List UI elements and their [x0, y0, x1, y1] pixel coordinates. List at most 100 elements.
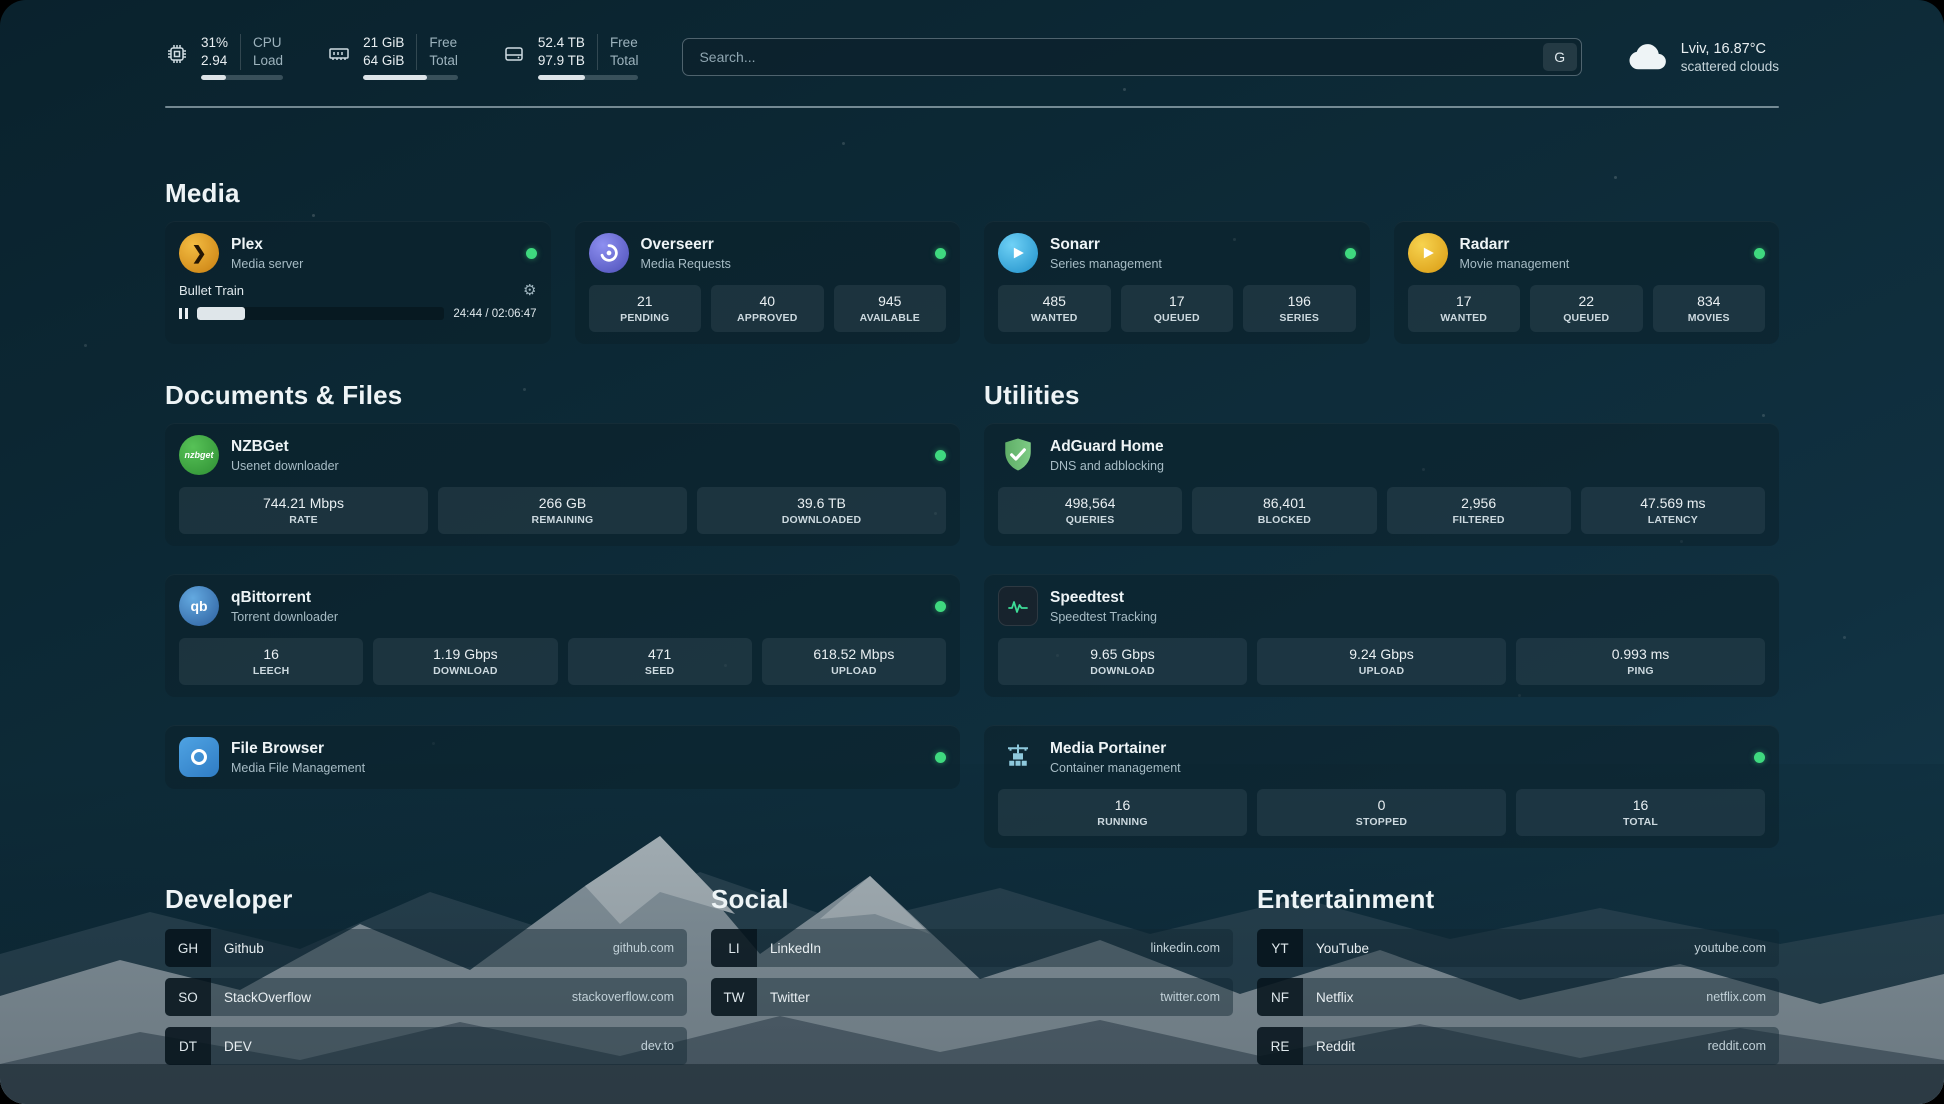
stat-box: 17 QUEUED — [1121, 285, 1234, 332]
bookmark-reddit[interactable]: RE Reddit reddit.com — [1257, 1027, 1779, 1065]
disk-free-value: 52.4 TB — [538, 34, 585, 52]
stat-box: 1.19 Gbps DOWNLOAD — [373, 638, 557, 685]
status-dot — [526, 248, 537, 259]
sonarr-icon — [998, 233, 1038, 273]
header-divider — [165, 106, 1779, 108]
service-desc: Usenet downloader — [231, 459, 339, 473]
portainer-card[interactable]: Media Portainer Container management 16 … — [984, 725, 1779, 848]
stat-box: 47.569 ms LATENCY — [1581, 487, 1765, 534]
speedtest-icon — [998, 586, 1038, 626]
qbittorrent-card[interactable]: qb qBittorrent Torrent downloader 16 — [165, 574, 960, 697]
memory-usage-bar — [363, 75, 458, 80]
memory-total-value: 64 GiB — [363, 52, 404, 70]
bookmark-abbr: DT — [165, 1027, 211, 1065]
search-provider-button[interactable]: G — [1543, 43, 1577, 71]
service-desc: Media Requests — [641, 257, 731, 271]
playback-time: 24:44 / 02:06:47 — [453, 308, 536, 320]
playback-progress-bar[interactable] — [197, 307, 444, 320]
service-name: qBittorrent — [231, 589, 338, 607]
stat-box: 744.21 Mbps RATE — [179, 487, 428, 534]
plex-card[interactable]: ❯ Plex Media server Bullet Train ⚙ — [165, 221, 551, 344]
bookmark-url: github.com — [613, 941, 674, 955]
stat-box: 86,401 BLOCKED — [1192, 487, 1376, 534]
dashboard-content: 31% 2.94 CPU Load — [0, 0, 1944, 1104]
stat-box: 9.24 Gbps UPLOAD — [1257, 638, 1506, 685]
bookmarks-entertainment: Entertainment YT YouTube youtube.com NF … — [1257, 884, 1779, 1065]
stat-box: 39.6 TB DOWNLOADED — [697, 487, 946, 534]
bookmark-url: twitter.com — [1160, 990, 1220, 1004]
cpu-usage-bar — [201, 75, 283, 80]
bookmark-linkedin[interactable]: LI LinkedIn linkedin.com — [711, 929, 1233, 967]
stat-box: 16 TOTAL — [1516, 789, 1765, 836]
documents-column: Documents & Files nzbget NZBGet Usenet d… — [165, 380, 960, 848]
disk-icon — [502, 42, 526, 66]
overseerr-card[interactable]: Overseerr Media Requests 21 PENDING 40 A… — [575, 221, 961, 344]
portainer-crane-icon — [998, 737, 1038, 777]
cpu-usage-value: 31% — [201, 34, 228, 52]
widget-separator — [597, 34, 598, 70]
service-desc: Movie management — [1460, 257, 1570, 271]
status-dot — [935, 248, 946, 259]
service-name: Sonarr — [1050, 236, 1162, 254]
bookmark-twitter[interactable]: TW Twitter twitter.com — [711, 978, 1233, 1016]
stat-box: 945 AVAILABLE — [834, 285, 947, 332]
memory-usage-bar-fill — [363, 75, 427, 80]
stat-box: 471 SEED — [568, 638, 752, 685]
filebrowser-card[interactable]: File Browser Media File Management — [165, 725, 960, 789]
memory-total-label: Total — [429, 52, 458, 70]
stat-box: 21 PENDING — [589, 285, 702, 332]
search-input[interactable] — [682, 38, 1581, 76]
bookmark-dev[interactable]: DT DEV dev.to — [165, 1027, 687, 1065]
section-title-entertainment: Entertainment — [1257, 884, 1779, 915]
memory-widget: 21 GiB 64 GiB Free Total — [327, 34, 458, 80]
stat-box: 16 LEECH — [179, 638, 363, 685]
radarr-card[interactable]: Radarr Movie management 17 WANTED 22 QUE… — [1394, 221, 1780, 344]
status-dot — [1754, 248, 1765, 259]
bookmark-name: DEV — [224, 1039, 252, 1054]
service-desc: Container management — [1050, 761, 1181, 775]
bookmark-abbr: TW — [711, 978, 757, 1016]
bookmark-youtube[interactable]: YT YouTube youtube.com — [1257, 929, 1779, 967]
bookmark-github[interactable]: GH Github github.com — [165, 929, 687, 967]
disk-total-label: Total — [610, 52, 639, 70]
pause-icon[interactable] — [179, 308, 188, 319]
radarr-icon — [1408, 233, 1448, 273]
adguard-shield-icon — [998, 435, 1038, 475]
bookmark-name: Netflix — [1316, 990, 1354, 1005]
widget-separator — [416, 34, 417, 70]
plex-chevron-glyph: ❯ — [191, 243, 206, 264]
stat-box: 0.993 ms PING — [1516, 638, 1765, 685]
weather-location: Lviv, 16.87°C — [1681, 41, 1779, 57]
bookmark-url: reddit.com — [1708, 1039, 1766, 1053]
status-dot — [935, 601, 946, 612]
service-desc: Media server — [231, 257, 303, 271]
speedtest-card[interactable]: Speedtest Speedtest Tracking 9.65 Gbps D… — [984, 574, 1779, 697]
service-name: Speedtest — [1050, 589, 1157, 607]
stat-box: 0 STOPPED — [1257, 789, 1506, 836]
utilities-column: Utilities — [984, 380, 1779, 848]
disk-free-label: Free — [610, 34, 639, 52]
nzbget-glyph: nzbget — [185, 450, 214, 460]
disk-usage-bar-fill — [538, 75, 585, 80]
gear-icon[interactable]: ⚙ — [523, 283, 536, 298]
service-desc: Torrent downloader — [231, 610, 338, 624]
bookmark-abbr: LI — [711, 929, 757, 967]
bookmark-netflix[interactable]: NF Netflix netflix.com — [1257, 978, 1779, 1016]
section-title-developer: Developer — [165, 884, 687, 915]
adguard-card[interactable]: AdGuard Home DNS and adblocking 498,564 … — [984, 423, 1779, 546]
disk-widget: 52.4 TB 97.9 TB Free Total — [502, 34, 639, 80]
sonarr-card[interactable]: Sonarr Series management 485 WANTED 17 Q… — [984, 221, 1370, 344]
bookmark-url: netflix.com — [1706, 990, 1766, 1004]
cpu-usage-bar-fill — [201, 75, 226, 80]
cpu-load-label: Load — [253, 52, 283, 70]
bookmark-name: StackOverflow — [224, 990, 311, 1005]
status-dot — [1345, 248, 1356, 259]
nzbget-card[interactable]: nzbget NZBGet Usenet downloader 744.21 M… — [165, 423, 960, 546]
bookmarks-developer: Developer GH Github github.com SO StackO… — [165, 884, 687, 1065]
bookmark-abbr: NF — [1257, 978, 1303, 1016]
bookmark-url: stackoverflow.com — [572, 990, 674, 1004]
service-name: AdGuard Home — [1050, 438, 1164, 456]
bookmark-stackoverflow[interactable]: SO StackOverflow stackoverflow.com — [165, 978, 687, 1016]
disk-total-value: 97.9 TB — [538, 52, 585, 70]
bookmark-abbr: YT — [1257, 929, 1303, 967]
